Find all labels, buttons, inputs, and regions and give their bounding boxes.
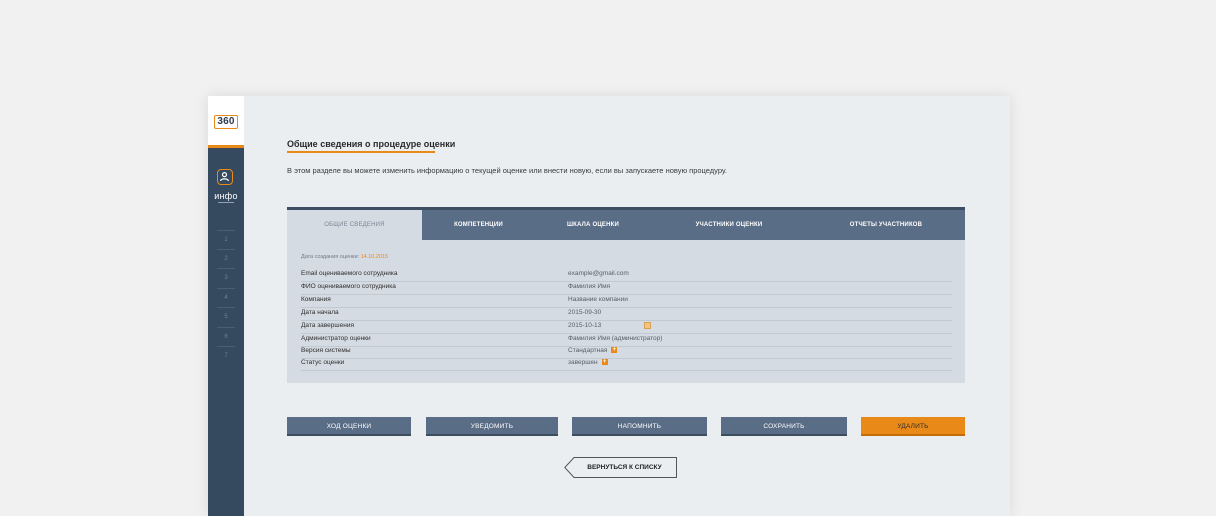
info-key: Дата завершения bbox=[301, 322, 354, 329]
save-button[interactable]: Сохранить bbox=[721, 417, 847, 436]
sidebar-step-5[interactable]: 5 bbox=[217, 307, 235, 327]
info-value: завершен + bbox=[568, 359, 608, 366]
sidebar-item-info[interactable]: инфо bbox=[208, 169, 244, 203]
tab-reports[interactable]: Отчеты участников bbox=[807, 210, 965, 240]
info-value: 2015-09-30 bbox=[568, 309, 602, 316]
tab-participants[interactable]: Участники оценки bbox=[651, 210, 807, 240]
created-date-value: 14.10.2015 bbox=[360, 254, 389, 260]
back-to-list-button[interactable]: Вернуться к списку bbox=[564, 457, 677, 478]
notify-button[interactable]: Уведомить bbox=[426, 417, 558, 436]
logo-area: 360 bbox=[208, 96, 244, 148]
sidebar: 360 инфо 1 2 3 4 5 6 7 bbox=[208, 96, 244, 516]
main-content: Общие сведения о процедуре оценки В этом… bbox=[244, 96, 1010, 516]
info-value: Стандартная + bbox=[568, 347, 618, 354]
system-version-value: Стандартная bbox=[568, 347, 608, 354]
plus-icon[interactable]: + bbox=[611, 347, 618, 354]
info-row: Дата завершения 2015-10-13 bbox=[301, 320, 952, 334]
active-indicator bbox=[218, 202, 234, 203]
tab-general[interactable]: Общие сведения bbox=[287, 210, 422, 240]
sidebar-item-label: инфо bbox=[214, 191, 238, 201]
delete-button[interactable]: Удалить bbox=[861, 417, 965, 436]
info-value: 2015-10-13 bbox=[568, 322, 602, 329]
info-row: Email оцениваемого сотрудника example@gm… bbox=[301, 268, 952, 282]
tab-scale[interactable]: Шкала оценки bbox=[535, 210, 651, 240]
logo[interactable]: 360 bbox=[214, 115, 238, 129]
status-value: завершен bbox=[568, 359, 598, 366]
info-row: Дата начала 2015-09-30 bbox=[301, 307, 952, 321]
sidebar-step-6[interactable]: 6 bbox=[217, 327, 235, 347]
tab-competencies[interactable]: Компетенции bbox=[422, 210, 535, 240]
info-value: Фамилия Имя bbox=[568, 283, 611, 290]
plus-icon[interactable]: + bbox=[601, 359, 608, 366]
sidebar-step-4[interactable]: 4 bbox=[217, 288, 235, 308]
info-row: Статус оценки завершен + bbox=[301, 357, 952, 371]
info-key: Администратор оценки bbox=[301, 335, 371, 342]
info-key: ФИО оцениваемого сотрудника bbox=[301, 283, 396, 290]
info-row: ФИО оцениваемого сотрудника Фамилия Имя bbox=[301, 281, 952, 295]
app-window: 360 инфо 1 2 3 4 5 6 7 Общие сведения о … bbox=[208, 96, 1010, 516]
sidebar-step-1[interactable]: 1 bbox=[217, 230, 235, 250]
info-value: example@gmail.com bbox=[568, 270, 629, 277]
remind-button[interactable]: Напомнить bbox=[572, 417, 707, 436]
sidebar-step-3[interactable]: 3 bbox=[217, 268, 235, 288]
back-button-label: Вернуться к списку bbox=[587, 464, 662, 471]
tab-bar: Общие сведения Компетенции Шкала оценки … bbox=[287, 207, 965, 240]
info-key: Компания bbox=[301, 296, 331, 303]
info-value: Фамилия Имя (администратор) bbox=[568, 335, 663, 342]
calendar-icon[interactable] bbox=[644, 322, 651, 329]
title-underline bbox=[287, 151, 435, 153]
created-date: Дата создания оценки: 14.10.2015 bbox=[301, 254, 388, 260]
info-key: Версия системы bbox=[301, 347, 351, 354]
info-key: Email оцениваемого сотрудника bbox=[301, 270, 398, 277]
user-icon bbox=[217, 169, 233, 185]
info-value: Название компании bbox=[568, 296, 628, 303]
info-panel: Общие сведения Компетенции Шкала оценки … bbox=[287, 207, 965, 383]
info-row: Компания Название компании bbox=[301, 294, 952, 308]
info-key: Дата начала bbox=[301, 309, 339, 316]
sidebar-step-7[interactable]: 7 bbox=[217, 346, 235, 366]
progress-button[interactable]: Ход оценки bbox=[287, 417, 411, 436]
sidebar-step-2[interactable]: 2 bbox=[217, 249, 235, 269]
created-label: Дата создания оценки: bbox=[301, 254, 360, 260]
page-title: Общие сведения о процедуре оценки bbox=[287, 139, 456, 149]
info-key: Статус оценки bbox=[301, 359, 345, 366]
page-description: В этом разделе вы можете изменить информ… bbox=[287, 166, 727, 175]
